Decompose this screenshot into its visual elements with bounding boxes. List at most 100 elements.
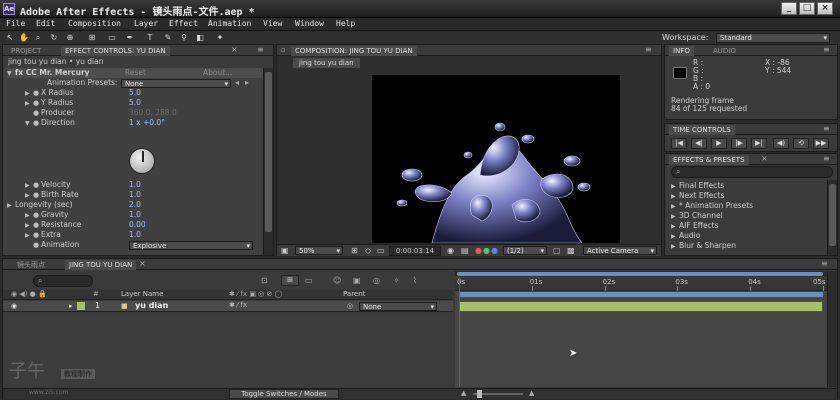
live-update-button[interactable]: ⊞ — [281, 275, 299, 286]
pen-tool-icon[interactable]: ✒ — [124, 33, 136, 43]
preset-prev-icon[interactable]: ◂ — [235, 78, 239, 87]
panel-menu-icon[interactable]: ≡ — [823, 45, 830, 54]
hide-shy-icon[interactable]: ☺ — [333, 276, 341, 285]
frame-blending-icon[interactable]: ▣ — [353, 276, 361, 285]
param-value[interactable]: 1.0 — [129, 230, 141, 240]
stopwatch-icon[interactable]: ● — [33, 118, 41, 128]
panel-menu-icon[interactable]: ≡ — [645, 45, 652, 54]
reset-link[interactable]: Reset — [125, 68, 146, 78]
menu-help[interactable]: Help — [336, 19, 355, 28]
previous-frame-button[interactable]: ◀| — [691, 138, 707, 149]
stopwatch-icon[interactable]: ● — [33, 210, 41, 220]
work-area-bar[interactable] — [459, 292, 823, 297]
tab-project[interactable]: Project — [7, 46, 45, 56]
close-icon[interactable]: × — [231, 45, 238, 54]
label-color-swatch[interactable] — [77, 302, 85, 310]
panel-menu-icon[interactable]: ≡ — [823, 154, 830, 163]
transparency-grid-icon[interactable]: ▩ — [567, 246, 575, 255]
time-graph[interactable]: 0s 01s 02s 03s 04s 05s — [455, 271, 827, 387]
comp-subtab[interactable]: jing tou yu dian — [293, 58, 360, 68]
last-frame-button[interactable]: ▶| — [751, 138, 767, 149]
effects-category-item[interactable]: ▶ 3D Channel — [671, 211, 825, 221]
maximize-button[interactable]: □ — [799, 2, 815, 15]
close-icon[interactable]: × — [139, 259, 146, 268]
param-value[interactable]: 5.0 — [129, 98, 141, 108]
direction-dial[interactable] — [129, 148, 155, 174]
effects-category-item[interactable]: ▶ Final Effects — [671, 181, 825, 191]
visibility-icon[interactable]: ◉ — [11, 302, 17, 310]
menu-animation[interactable]: Animation — [208, 19, 251, 28]
expand-layer-icon[interactable]: ▸ — [69, 302, 73, 310]
param-value[interactable]: 1.0 — [129, 210, 141, 220]
new-comp-icon[interactable]: ⊡ — [261, 276, 268, 285]
param-dropdown[interactable]: Explosive — [129, 241, 253, 250]
collapse-triangle-icon[interactable]: ▼ — [25, 119, 33, 129]
zoom-tool-icon[interactable]: ⌕ — [32, 33, 44, 43]
tab-time-controls[interactable]: Time Controls — [669, 125, 735, 135]
param-value[interactable]: 1.0 — [129, 190, 141, 200]
brush-tool-icon[interactable]: ✎ — [162, 33, 174, 43]
stopwatch-icon[interactable]: ● — [33, 190, 41, 200]
col-parent[interactable]: Parent — [343, 290, 365, 298]
menu-edit[interactable]: Edit — [36, 19, 55, 28]
hand-tool-icon[interactable]: ✋ — [18, 33, 30, 43]
animation-presets-dropdown[interactable]: None — [121, 79, 231, 88]
lock-icon[interactable]: ▫ — [281, 46, 286, 54]
tab-effects-presets[interactable]: Effects & Presets — [669, 155, 749, 165]
effects-category-item[interactable]: ▶ Audio — [671, 231, 825, 241]
stopwatch-icon[interactable]: ● — [33, 88, 41, 98]
parent-dropdown[interactable]: None — [359, 302, 437, 311]
channel-icon[interactable]: ● — [475, 246, 482, 255]
mute-audio-button[interactable]: ◀) — [773, 138, 789, 149]
zoom-slider[interactable] — [473, 390, 523, 398]
time-navigator-bar[interactable] — [457, 272, 823, 276]
layer-search-input[interactable]: ⌕ — [33, 275, 93, 287]
orbit-camera-tool-icon[interactable]: ⊕ — [64, 33, 76, 43]
param-value[interactable]: 1 x +0.0° — [129, 118, 165, 128]
first-frame-button[interactable]: |◀ — [671, 138, 687, 149]
timecode-display[interactable]: 0:00:03:14 — [389, 246, 441, 256]
eraser-tool-icon[interactable]: ◧ — [194, 33, 206, 43]
clone-stamp-tool-icon[interactable]: ⚲ — [178, 33, 190, 43]
stopwatch-icon[interactable]: ● — [33, 230, 41, 240]
tab-info[interactable]: Info — [669, 46, 694, 56]
effects-scrollbar[interactable] — [827, 180, 837, 255]
always-preview-icon[interactable]: ▣ — [281, 246, 289, 255]
camera-view-dropdown[interactable]: Active Camera — [583, 246, 657, 255]
pickwhip-icon[interactable]: ◎ — [347, 302, 353, 310]
stopwatch-icon[interactable]: ● — [33, 98, 41, 108]
close-icon[interactable]: × — [761, 154, 768, 163]
ram-preview-button[interactable]: ▶▶ — [813, 138, 829, 149]
effects-search-input[interactable]: ⌕ — [671, 166, 833, 178]
menu-composition[interactable]: Composition — [68, 19, 121, 28]
stopwatch-icon[interactable]: ● — [33, 220, 41, 230]
scrollbar-thumb[interactable] — [265, 72, 272, 232]
region-of-interest-icon[interactable]: ▢ — [553, 246, 561, 255]
layer-row[interactable]: ◉ ▸ 1 ■ yu dian ✱ ⁄ fx ◎ None — [3, 301, 453, 312]
effects-category-item[interactable]: ▶ AIF Effects — [671, 221, 825, 231]
motion-blur-icon[interactable]: ◎ — [373, 276, 380, 285]
menu-window[interactable]: Window — [295, 19, 324, 28]
comp-viewer[interactable] — [372, 75, 620, 244]
toggle-switches-modes-button[interactable]: Toggle Switches / Modes — [229, 389, 339, 399]
timeline-scrollbar[interactable] — [827, 271, 837, 387]
tab-effect-controls[interactable]: Effect Controls: yu dian — [61, 46, 170, 56]
tab-timeline-2[interactable]: jing tou yu dian — [65, 260, 137, 270]
brainstorm-icon[interactable]: ✧ — [393, 276, 400, 285]
scrollbar-thumb[interactable] — [829, 184, 836, 246]
preset-next-icon[interactable]: ▸ — [245, 78, 249, 87]
zoom-slider-thumb[interactable] — [477, 390, 482, 398]
col-layer-name[interactable]: Layer Name — [121, 290, 163, 298]
selection-tool-icon[interactable]: ↖ — [4, 33, 16, 43]
effects-category-item[interactable]: ▶ Blur & Sharpen — [671, 241, 825, 251]
menu-file[interactable]: File — [6, 19, 25, 28]
producer-value[interactable]: 360.0, 288.0 — [129, 108, 177, 118]
rotate-tool-icon[interactable]: ↻ — [48, 33, 60, 43]
zoom-out-icon[interactable]: ▲ — [461, 389, 466, 397]
tab-composition[interactable]: Composition: jing tou yu dian — [291, 46, 417, 56]
puppet-pin-tool-icon[interactable]: ✦ — [214, 33, 226, 43]
layer-name[interactable]: yu dian — [135, 301, 168, 310]
panel-menu-icon[interactable]: ≡ — [823, 124, 830, 133]
param-value[interactable]: 1.0 — [129, 180, 141, 190]
pan-behind-tool-icon[interactable]: ⊞ — [86, 33, 98, 43]
